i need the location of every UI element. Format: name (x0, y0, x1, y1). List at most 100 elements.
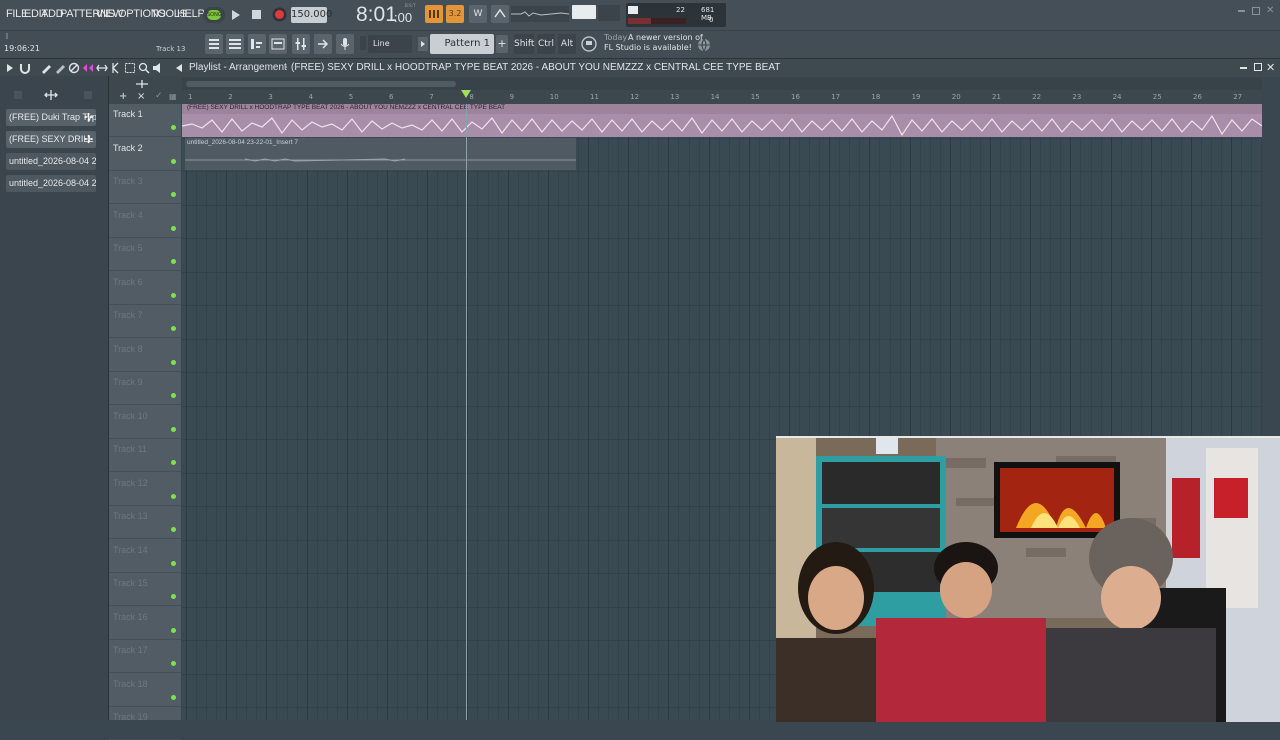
track-header[interactable]: Track 11 (109, 439, 181, 472)
track-led[interactable] (171, 292, 176, 298)
playlist-window-button[interactable] (205, 34, 223, 54)
track-led[interactable] (171, 225, 176, 231)
snap-selector[interactable]: Line (368, 35, 412, 53)
add-pattern-button[interactable]: + (496, 35, 508, 53)
track-header[interactable]: Track 16 (109, 607, 181, 640)
plugin-picker-button[interactable] (314, 34, 332, 54)
slip-tool-icon[interactable] (96, 62, 108, 74)
track-led[interactable] (171, 627, 176, 633)
loop-record-icon[interactable] (491, 5, 509, 23)
track-header[interactable]: Track 15 (109, 573, 181, 606)
mixer-button[interactable] (292, 34, 310, 54)
playlist-menu-arrow-icon[interactable] (6, 63, 14, 73)
song-mode-toggle[interactable]: SONG (203, 7, 225, 23)
add-track-icon[interactable]: + (119, 91, 127, 102)
delete-tool-icon[interactable] (68, 62, 80, 74)
track-header[interactable]: Track 12 (109, 473, 181, 506)
shift-key-button[interactable]: Shift (514, 34, 534, 54)
playlist-close-icon[interactable]: ✕ (1266, 61, 1275, 74)
track-led[interactable] (171, 426, 176, 432)
online-globe-icon[interactable] (697, 38, 711, 52)
track-led[interactable] (171, 158, 176, 164)
track-header[interactable]: Track 17 (109, 640, 181, 673)
master-pitch-slider[interactable] (598, 5, 620, 21)
wait-input-button[interactable]: W (469, 5, 487, 23)
track-move-icon[interactable] (135, 79, 149, 89)
track-led[interactable] (171, 359, 176, 365)
countdown-button[interactable]: 3.2 (446, 5, 464, 23)
remove-track-icon[interactable]: × (137, 91, 145, 102)
playlist-maximize-icon[interactable] (1254, 63, 1262, 71)
stop-icon[interactable] (252, 10, 261, 19)
track-led[interactable] (171, 594, 176, 599)
track-settings-icon[interactable]: ▦ (169, 92, 177, 101)
picker-add-icon[interactable]: ✢ (84, 133, 93, 146)
pattern-prev-icon[interactable] (418, 37, 428, 51)
pencil-icon[interactable] (40, 62, 52, 74)
track-led[interactable] (171, 527, 176, 532)
track-header[interactable]: Track 18 (109, 674, 181, 707)
pattern-selector[interactable]: Pattern 1 (430, 34, 494, 54)
track-header[interactable]: Track 8 (109, 339, 181, 372)
track-header[interactable]: Track 9 (109, 372, 181, 405)
metronome-button[interactable] (425, 5, 443, 23)
track-header[interactable]: Track 14 (109, 540, 181, 573)
record-audio-button[interactable] (336, 34, 354, 54)
track-header[interactable]: Track 4 (109, 205, 181, 238)
picker-item[interactable]: (FREE) Duki Trap Typ... (6, 109, 96, 126)
brush-icon[interactable] (54, 62, 66, 74)
track-led[interactable] (171, 661, 176, 666)
picker-add-icon[interactable]: ✢ (84, 111, 93, 124)
track-header[interactable]: Track 7 (109, 305, 181, 338)
scrollbar-thumb[interactable] (186, 81, 456, 87)
snap-magnet-icon[interactable] (360, 36, 366, 50)
news-line1[interactable]: A newer version of (628, 33, 703, 42)
piano-roll-button[interactable] (248, 34, 266, 54)
picker-item[interactable]: (FREE) SEXY DRILL x... (6, 131, 96, 148)
alt-key-button[interactable]: Alt (558, 34, 576, 54)
news-line2[interactable]: FL Studio is available! (604, 43, 692, 52)
track-header[interactable]: Track 3 (109, 171, 181, 204)
maximize-icon[interactable] (1252, 7, 1260, 15)
track-header[interactable]: Track 5 (109, 238, 181, 271)
track-header[interactable]: Track 10 (109, 406, 181, 439)
picker-item[interactable]: untitled_2026-08-04 23-... (6, 153, 96, 170)
track-led[interactable] (171, 393, 176, 398)
playback-tool-icon[interactable] (152, 62, 164, 74)
track-led[interactable] (171, 493, 176, 499)
mute-all-icon[interactable]: ✓ (155, 91, 163, 101)
slice-tool-icon[interactable] (110, 62, 122, 74)
zoom-tool-icon[interactable] (138, 62, 150, 74)
arrangement-arrow-icon[interactable] (175, 63, 183, 73)
picker-item[interactable]: untitled_2026-08-04 23-... (6, 175, 96, 192)
track-header[interactable]: Track 1 (109, 104, 181, 137)
browser-button[interactable] (269, 34, 287, 54)
playlist-minimize-icon[interactable] (1240, 67, 1247, 69)
track-header[interactable]: Track 19 (109, 707, 181, 740)
record-icon[interactable] (272, 7, 287, 22)
track-led[interactable] (171, 560, 176, 566)
track-header[interactable]: Track 6 (109, 272, 181, 305)
magnet-icon[interactable] (19, 62, 31, 74)
master-volume-slider[interactable] (572, 5, 596, 19)
picker-move-icon[interactable] (44, 89, 58, 101)
close-icon[interactable]: ✕ (1266, 5, 1274, 16)
mute-tool-icon[interactable] (82, 62, 94, 74)
track-led[interactable] (171, 125, 176, 130)
audio-clip[interactable]: untitled_2026-08-04 23-22-01_Insert 7 (185, 138, 576, 170)
ctrl-key-button[interactable]: Ctrl (537, 34, 555, 54)
tempo-display[interactable]: 150.000 (291, 7, 332, 23)
timeline-ruler[interactable]: 1 2 3 4 5 6 7 8 9 10 11 12 13 14 15 16 17 18 19 20 21 22 23 24 2… (182, 90, 1262, 104)
horizontal-scrollbar[interactable] (182, 78, 1262, 90)
minimize-icon[interactable] (1238, 10, 1245, 12)
menu-help[interactable]: HELP (177, 8, 205, 20)
track-led[interactable] (171, 326, 176, 331)
play-icon[interactable] (231, 9, 241, 21)
track-header[interactable]: Track 2 (109, 138, 181, 171)
news-icon[interactable] (581, 36, 597, 52)
track-led[interactable] (171, 694, 176, 700)
select-tool-icon[interactable] (124, 62, 136, 74)
track-led[interactable] (171, 460, 176, 465)
audio-clip[interactable]: (FREE) SEXY DRILL x HOODTRAP TYPE BEAT 2… (182, 104, 1262, 137)
track-led[interactable] (171, 259, 176, 264)
